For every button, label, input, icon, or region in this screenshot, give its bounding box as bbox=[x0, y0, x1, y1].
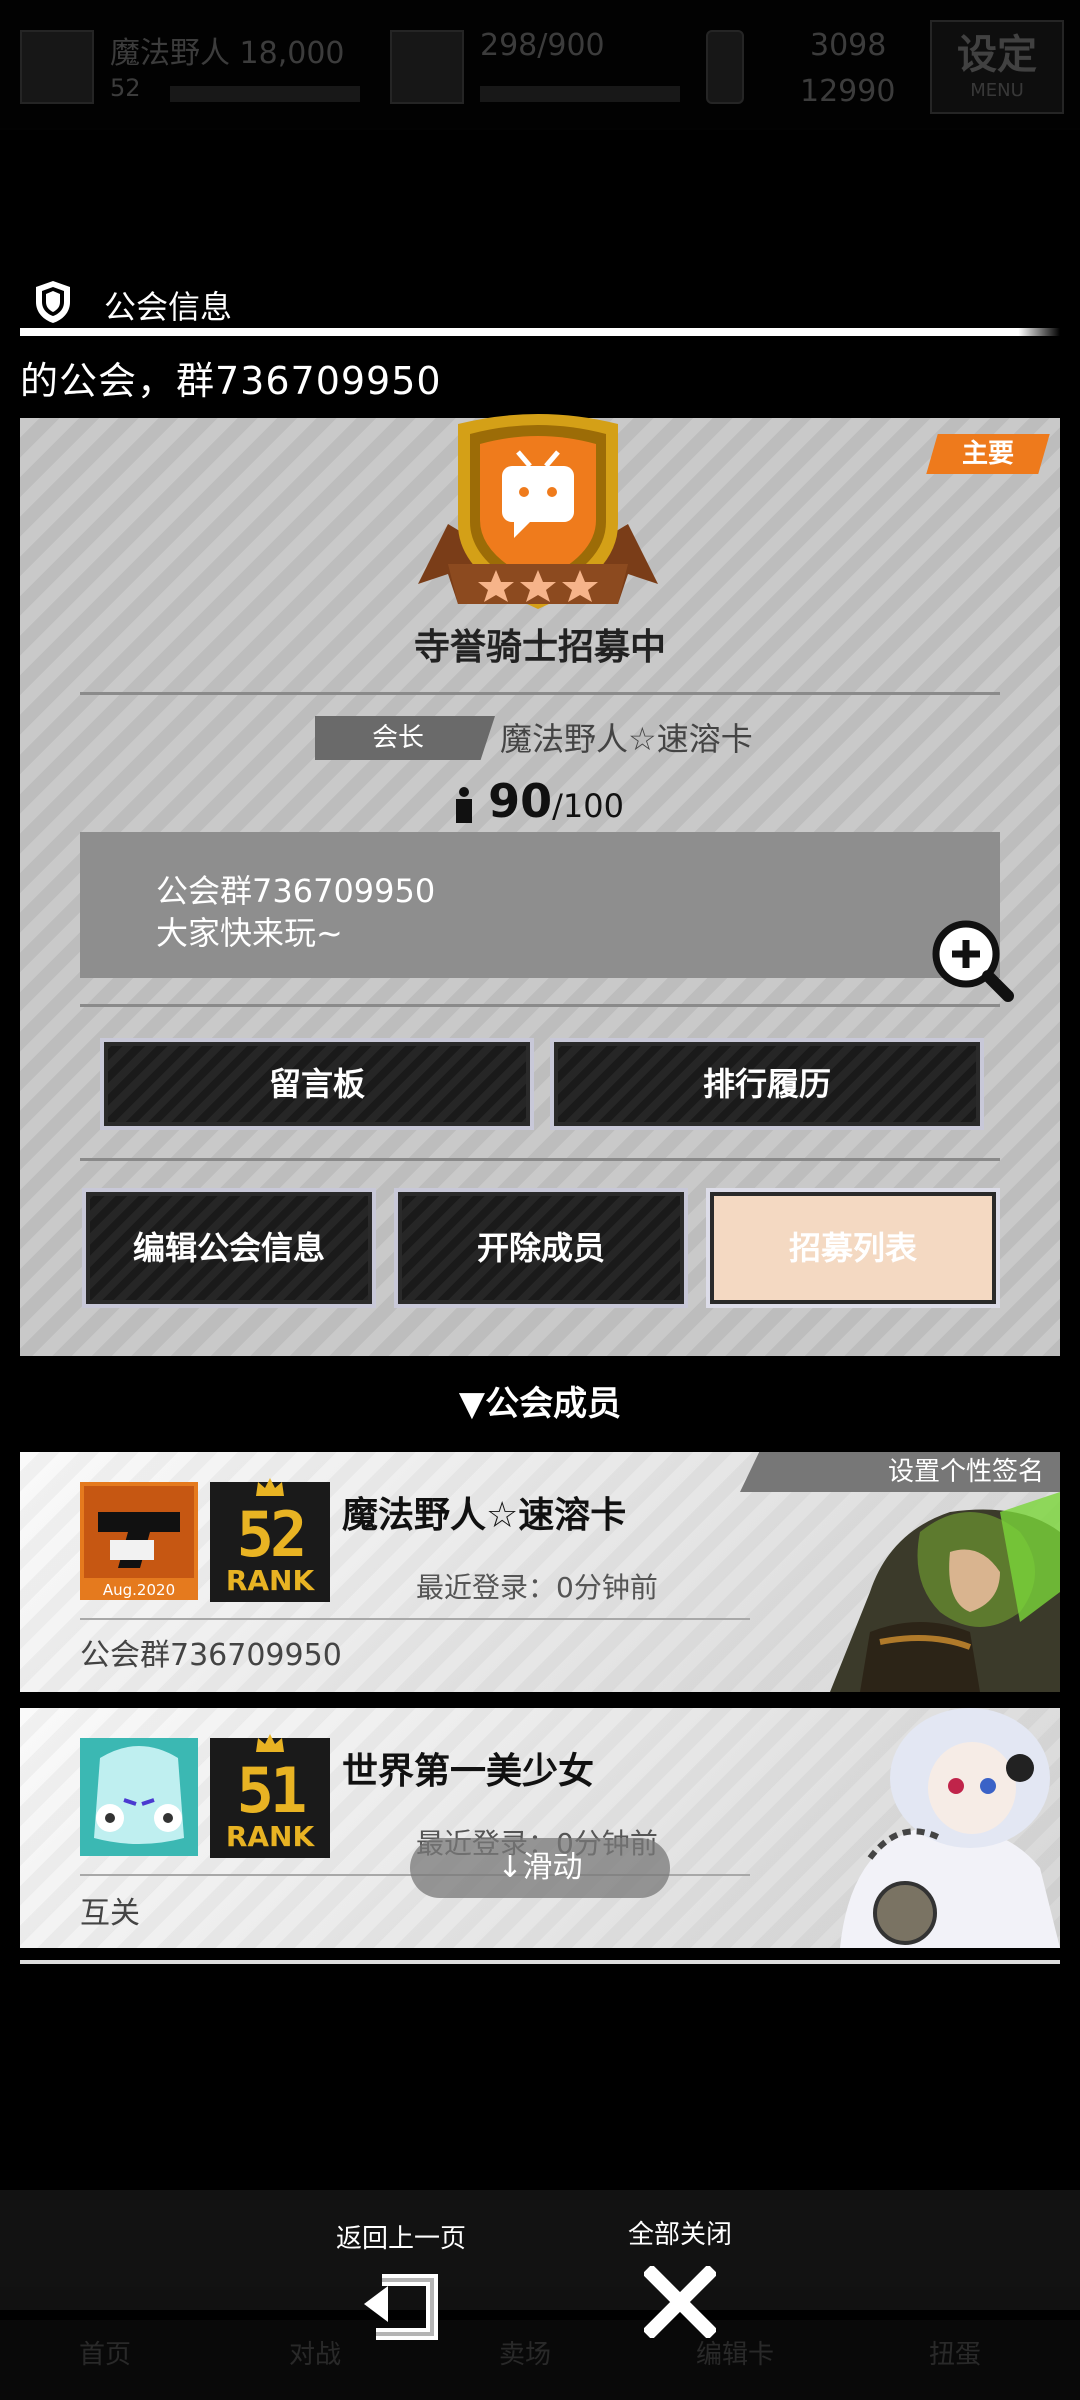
header-divider bbox=[20, 328, 1060, 336]
divider bbox=[80, 692, 1000, 695]
scroll-hint: ↓滑动 bbox=[410, 1838, 670, 1898]
nav-home[interactable]: 首页 bbox=[10, 2334, 200, 2371]
rank-label: RANK bbox=[225, 1564, 315, 1597]
member-count-value: 90 bbox=[488, 774, 553, 828]
back-label: 返回上一页 bbox=[335, 2224, 466, 2254]
guild-emblem-icon bbox=[418, 414, 658, 609]
member-last-login: 最近登录：0分钟前 bbox=[416, 1571, 658, 1604]
close-all-button[interactable]: 全部关闭 bbox=[610, 2214, 750, 2374]
divider bbox=[80, 1004, 1000, 1007]
member-card[interactable]: 51 RANK 世界第一美少女 最近登录：0分钟前 互关 bbox=[20, 1708, 1060, 1948]
player-avatar-icon bbox=[20, 30, 94, 104]
gem-icon bbox=[706, 30, 744, 104]
message-board-button[interactable]: 留言板 bbox=[100, 1038, 534, 1130]
member-avatar: Aug.2020 bbox=[80, 1482, 198, 1600]
settings-sub: MENU bbox=[970, 80, 1024, 101]
guild-marquee-text: 的公会，群736709950 bbox=[20, 359, 442, 403]
member-signature: 公会群736709950 bbox=[80, 1638, 342, 1673]
recruit-list-button[interactable]: 招募列表 bbox=[706, 1188, 1000, 1308]
player-name-level: 魔法野人 18,000 bbox=[110, 36, 345, 71]
zoom-in-icon[interactable] bbox=[930, 918, 1014, 1002]
bottom-nav-background: 首页 对战 卖场 编辑卡 扭蛋 bbox=[0, 2190, 1080, 2400]
guild-info-header: 公会信息 bbox=[20, 276, 1060, 336]
member-signature: 互关 bbox=[80, 1896, 140, 1931]
edit-guild-info-button[interactable]: 编辑公会信息 bbox=[82, 1188, 376, 1308]
nav-gacha[interactable]: 扭蛋 bbox=[860, 2334, 1050, 2371]
shield-icon bbox=[36, 281, 70, 323]
crown-icon bbox=[256, 1734, 284, 1752]
member-card[interactable]: 设置个性签名 Aug.2020 52 RANK 魔法野人☆速溶卡 最近登录：0分… bbox=[20, 1452, 1060, 1692]
divider bbox=[80, 1618, 750, 1620]
kick-member-button[interactable]: 开除成员 bbox=[394, 1188, 688, 1308]
character-portrait bbox=[830, 1492, 1060, 1692]
divider bbox=[80, 1158, 1000, 1161]
avatar-date: Aug.2020 bbox=[103, 1581, 175, 1599]
list-bottom-line bbox=[20, 1960, 1060, 1964]
member-avatar bbox=[80, 1738, 198, 1856]
guild-members-title: ▼公会成员 bbox=[458, 1384, 622, 1424]
rank-badge: 52 RANK bbox=[210, 1478, 330, 1602]
character-portrait bbox=[840, 1708, 1060, 1948]
member-name: 世界第一美少女 bbox=[342, 1751, 595, 1792]
crown-icon bbox=[256, 1478, 284, 1496]
guild-info-panel: 主要 寺誉骑士招募中 会长 魔法野人☆速溶卡 90/100 公会群7367099… bbox=[20, 414, 1060, 1356]
member-count: 90/100 bbox=[20, 774, 1060, 828]
rank-number: 52 bbox=[236, 1498, 308, 1571]
stamina-icon bbox=[390, 30, 464, 104]
currency-b: 12990 bbox=[800, 74, 896, 109]
rank-badge: 51 RANK bbox=[210, 1734, 330, 1858]
settings-label: 设定 bbox=[957, 32, 1037, 78]
guild-name: 寺誉骑士招募中 bbox=[413, 627, 666, 668]
rank-number: 51 bbox=[236, 1754, 308, 1827]
stamina-bar bbox=[480, 86, 680, 102]
member-name: 魔法野人☆速溶卡 bbox=[342, 1495, 627, 1536]
member-count-max: /100 bbox=[552, 787, 624, 825]
leader-name: 魔法野人☆速溶卡 bbox=[500, 720, 753, 758]
leader-tag: 会长 bbox=[315, 716, 495, 760]
close-icon bbox=[644, 2266, 716, 2338]
guild-notice: 公会群736709950 大家快来玩~ bbox=[80, 832, 1000, 978]
leader-label: 会长 bbox=[371, 723, 424, 753]
main-guild-tag: 主要 bbox=[926, 434, 1050, 474]
player-level: 52 bbox=[110, 74, 141, 102]
exp-bar bbox=[170, 86, 360, 102]
settings-button[interactable]: 设定 MENU bbox=[930, 20, 1064, 114]
ranking-history-button[interactable]: 排行履历 bbox=[550, 1038, 984, 1130]
notice-line-2: 大家快来玩~ bbox=[156, 914, 343, 952]
back-button[interactable]: 返回上一页 bbox=[316, 2218, 486, 2378]
close-all-label: 全部关闭 bbox=[627, 2220, 732, 2250]
main-tag-label: 主要 bbox=[961, 439, 1014, 469]
section-title: 公会信息 bbox=[104, 288, 233, 326]
top-status-bar: 魔法野人 18,000 52 298/900 3098 12990 设定 MEN… bbox=[0, 0, 1080, 130]
currency-a: 3098 bbox=[810, 28, 887, 63]
rank-label: RANK bbox=[225, 1820, 315, 1853]
back-arrow-icon bbox=[364, 2274, 438, 2340]
stamina-value: 298/900 bbox=[480, 28, 605, 63]
person-icon bbox=[456, 787, 473, 823]
notice-line-1: 公会群736709950 bbox=[156, 872, 436, 910]
